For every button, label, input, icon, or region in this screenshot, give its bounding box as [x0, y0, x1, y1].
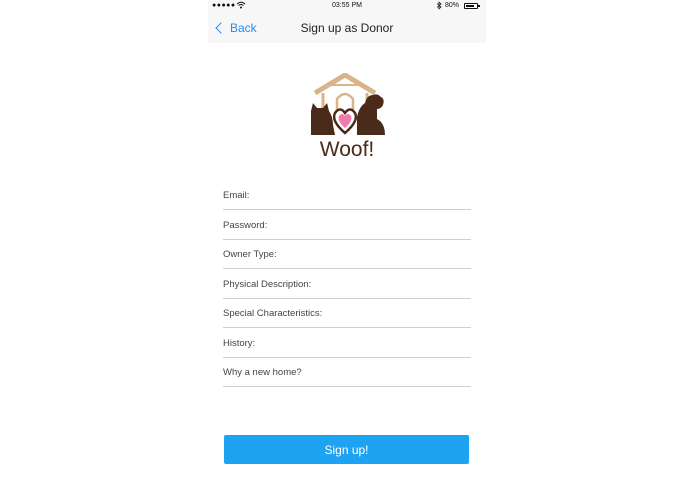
email-input[interactable]: [223, 181, 471, 209]
physical-description-input[interactable]: [223, 270, 471, 298]
password-input[interactable]: [223, 211, 471, 239]
why-new-home-field[interactable]: [223, 358, 471, 387]
status-bar: ●●●●● 03:55 PM 80%: [208, 0, 486, 13]
sign-up-button[interactable]: Sign up!: [224, 435, 469, 464]
page-title: Sign up as Donor: [300, 21, 394, 35]
why-new-home-input[interactable]: [223, 358, 471, 386]
phone-screen: ●●●●● 03:55 PM 80% Back Sign up as Donor: [208, 0, 486, 494]
physical-description-field[interactable]: [223, 270, 471, 299]
history-field[interactable]: [223, 329, 471, 358]
bluetooth-icon: [436, 1, 442, 12]
logo-text: Woof!: [319, 138, 375, 161]
owner-type-input[interactable]: [223, 240, 471, 268]
history-input[interactable]: [223, 329, 471, 357]
battery-percentage: 80%: [445, 2, 460, 9]
navigation-bar: Back Sign up as Donor: [208, 13, 486, 43]
email-field[interactable]: [223, 181, 471, 210]
battery-icon: [464, 3, 480, 9]
woof-logo-image: [307, 72, 387, 135]
special-characteristics-field[interactable]: [223, 299, 471, 328]
owner-type-field[interactable]: [223, 240, 471, 269]
password-field[interactable]: [223, 211, 471, 240]
special-characteristics-input[interactable]: [223, 299, 471, 327]
